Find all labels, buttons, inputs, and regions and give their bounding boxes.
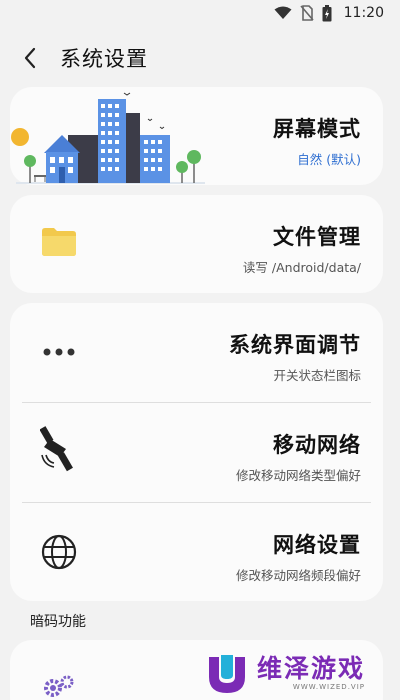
back-button[interactable] [10, 38, 50, 78]
card-system-group: 系统界面调节 开关状态栏图标 移动网络 修改移动网络类型偏好 网络设置 修改移动… [10, 303, 383, 601]
row-title: 移动网络 [273, 433, 361, 457]
system-ui-text: 系统界面调节 开关状态栏图标 [229, 329, 361, 384]
city-illustration [11, 92, 205, 184]
watermark: 维泽游戏 WWW.WIZED.VIP [205, 648, 385, 698]
row-title: 网络设置 [273, 533, 361, 557]
network-settings-text: 网络设置 修改移动网络频段偏好 [236, 529, 361, 584]
globe-icon [41, 534, 77, 570]
page-title: 系统设置 [60, 47, 148, 71]
more-dots-icon [43, 348, 75, 356]
card-file-manager: 文件管理 读写 /Android/data/ [10, 195, 383, 293]
folder-icon [42, 228, 76, 256]
row-subtitle: 开关状态栏图标 [273, 368, 361, 383]
watermark-text: 维泽游戏 [257, 653, 366, 683]
section-label-secret-codes: 暗码功能 [30, 614, 86, 630]
status-bar: 11:20 [0, 0, 400, 26]
status-time: 11:20 [343, 5, 384, 21]
row-subtitle: 自然 (默认) [297, 152, 361, 167]
row-subtitle: 修改移动网络类型偏好 [235, 468, 361, 483]
row-mobile-network[interactable]: 移动网络 修改移动网络类型偏好 [10, 403, 383, 502]
row-system-ui[interactable]: 系统界面调节 开关状态栏图标 [10, 303, 383, 402]
chevron-left-icon [24, 47, 36, 69]
app-header: 系统设置 [0, 38, 400, 78]
mobile-network-text: 移动网络 修改移动网络类型偏好 [236, 429, 361, 484]
wifi-icon [274, 6, 292, 19]
display-mode-text: 屏幕模式 自然 (默认) [273, 113, 361, 168]
row-network-settings[interactable]: 网络设置 修改移动网络频段偏好 [10, 503, 383, 601]
row-file-manager[interactable]: 文件管理 读写 /Android/data/ [10, 195, 383, 293]
row-title: 系统界面调节 [229, 333, 361, 357]
row-subtitle: 读写 /Android/data/ [242, 260, 361, 275]
file-manager-text: 文件管理 读写 /Android/data/ [243, 221, 361, 276]
card-display-mode: 屏幕模式 自然 (默认) [10, 87, 383, 185]
watermark-logo [209, 655, 245, 693]
gears-icon [44, 675, 74, 697]
row-title: 文件管理 [273, 225, 361, 249]
watermark-url: WWW.WIZED.VIP [292, 682, 366, 691]
row-title: 屏幕模式 [273, 117, 361, 141]
satellite-icon [40, 426, 73, 472]
row-display-mode[interactable]: 屏幕模式 自然 (默认) [10, 87, 383, 185]
no-sim-icon [300, 5, 314, 21]
battery-charging-icon [322, 4, 332, 21]
row-subtitle: 修改移动网络频段偏好 [235, 568, 361, 583]
